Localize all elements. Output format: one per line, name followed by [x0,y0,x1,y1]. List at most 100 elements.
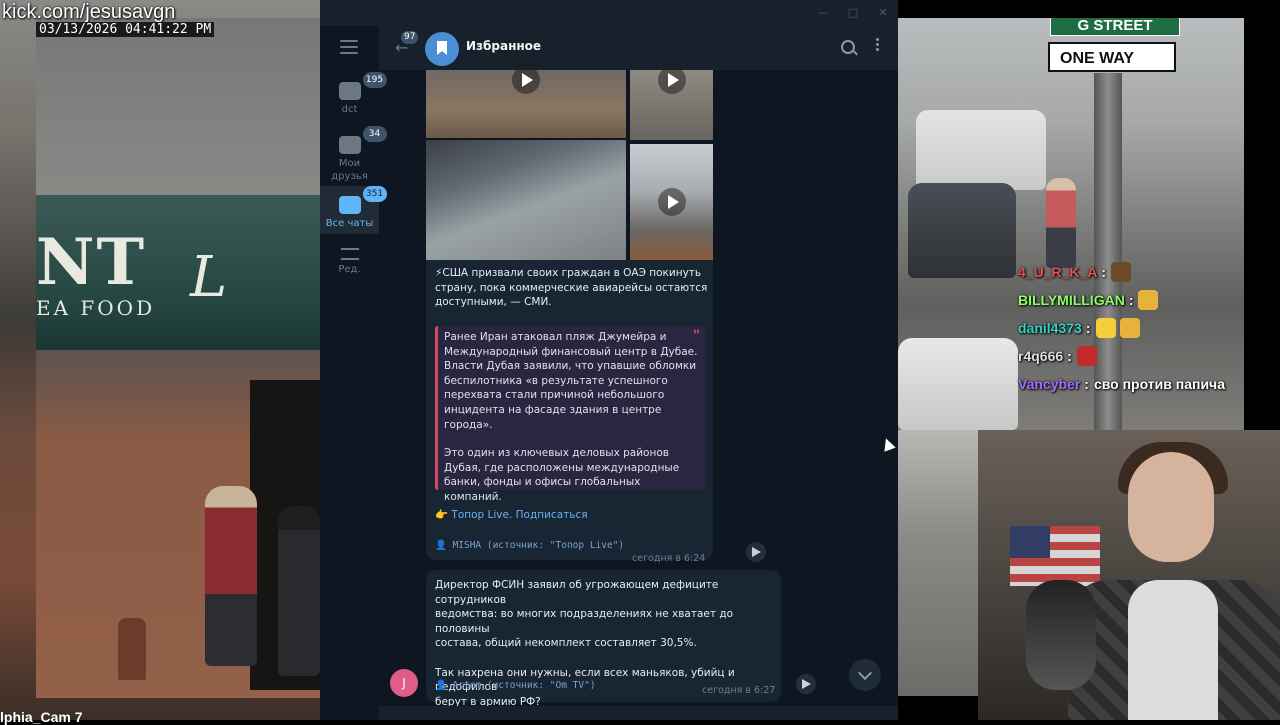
chat-username[interactable]: Vancyber [1018,376,1080,392]
folder-label: Все чаты [325,218,374,229]
text-line: Власти Дубая заявили, что упавшие обломк… [444,360,697,373]
text-line: берут в армию РФ? [435,695,541,706]
text-line: банки, фонды и офисы глобальных компаний… [444,476,641,503]
text-line: Ранее Иран атаковал пляж Джумейра и [444,331,667,343]
storefront-logo: L [190,245,228,310]
chat-message: Vancyber: сво против папича [1018,370,1248,398]
camera-caption: lphia_Cam 7 [0,709,83,725]
message-signature: 👤 MISHA (источник: "Топор Live") [435,540,625,551]
street-camera-lower [898,430,978,696]
quote-paragraph: Это один из ключевых деловых районов Дуб… [444,446,698,504]
scroll-down-button[interactable] [849,659,881,691]
chat-username[interactable]: BILLYMILLIGAN [1018,292,1125,308]
message-time: сегодня в 6:27 [702,685,776,696]
subscribe-link[interactable]: 👉 Топор Live. Подписаться [435,508,588,523]
forward-icon[interactable] [746,542,766,562]
chat-emote-icon [1111,262,1132,282]
chat-text: сво против папича [1093,376,1225,392]
chat-separator: : [1084,376,1089,392]
parked-car [898,338,1018,430]
close-icon[interactable]: ✕ [876,6,890,20]
minimize-icon[interactable]: — [816,6,830,20]
chat-emote-icon [1076,346,1097,366]
sender-avatar[interactable]: J [390,669,418,697]
chat-username[interactable]: danil4373 [1018,320,1082,336]
chat-message: 4_U_R_K_A: [1018,258,1248,286]
chat-message: BILLYMILLIGAN: [1018,286,1248,314]
text-line: Международный финансовый центр в Дубае. [444,345,698,358]
message-composer[interactable] [379,706,898,720]
photo-thumbnail[interactable] [426,140,626,260]
maximize-icon[interactable]: □ [846,6,860,20]
folder-edit[interactable]: Ред. [320,248,379,288]
pedestrian [1046,178,1076,268]
blockquote: " Ранее Иран атаковал пляж Джумейра и Ме… [435,326,706,503]
storefront-sign: NT [36,225,147,300]
streamer-tshirt [1128,580,1218,720]
chat-header: ← 97 Избранное [379,26,898,70]
video-thumbnail[interactable] [630,70,713,140]
fire-hydrant [118,618,146,680]
message-bubble[interactable]: ⚡США призвали своих граждан в ОАЭ покину… [426,260,713,564]
text-line: состава, общий некомплект составляет 30,… [435,637,697,650]
video-thumbnail[interactable] [426,70,626,138]
stream-chat: 4_U_R_K_A: BILLYMILLIGAN: danil4373: r4q666… [1018,258,1248,398]
folder-icon: 195 [338,72,387,100]
text-line: ведомства: во многих подразделениях не х… [435,608,734,635]
camera-timestamp: 03/13/2026 04:41:22 PM [36,22,215,37]
quote-paragraph: Ранее Иран атаковал пляж Джумейра и Межд… [444,330,698,432]
pedestrian [205,486,257,666]
video-thumbnail[interactable] [630,144,713,260]
folder-icon: 34 [338,126,387,154]
message-time: сегодня в 6:24 [632,553,706,564]
text-line: Это один из ключевых деловых районов [444,447,669,459]
chat-emote-icon [1138,290,1159,310]
menu-icon[interactable] [340,40,358,54]
text-line: доступными, — СМИ. [435,296,552,309]
chat-message: danil4373: [1018,314,1248,342]
bookmark-icon[interactable] [425,32,459,66]
chat-emote-icon [1119,318,1140,338]
chat-emote-icon [1095,318,1116,338]
street-sign: G STREET [1050,18,1180,36]
folders-sidebar: 195 dct 34 Мои друзья 351 Все чаты Ред. [320,26,387,720]
text-line: города». [444,418,493,431]
text-line: Директор ФСИН заявил об угрожающем дефиц… [435,579,719,606]
text-line: перехвата стали причиной небольшого [444,389,665,402]
folder-label: Ред. [338,264,361,275]
folder-label: Мои друзья [331,158,368,182]
one-way-sign: ONE WAY [1048,42,1176,72]
folder-my-friends[interactable]: 34 Мои друзья [320,126,387,182]
storefront-subtitle: EA FOOD [36,296,156,320]
telegram-window: — □ ✕ 195 dct 34 Мои друзья 351 Все чаты… [320,0,898,720]
play-icon[interactable] [658,188,686,216]
message-bubble[interactable]: Директор ФСИН заявил об угрожающем дефиц… [426,570,781,706]
folder-all-chats[interactable]: 351 Все чаты [320,186,387,234]
stream-url: kick.com/jesusavgn [2,1,176,23]
left-street-camera: NT L EA FOOD [0,0,320,720]
microphone [1026,580,1096,690]
text-line: ⚡США призвали своих граждан в ОАЭ покину… [435,267,702,279]
chat-title[interactable]: Избранное [466,39,541,53]
folder-dct[interactable]: 195 dct [320,72,387,124]
chat-username[interactable]: 4_U_R_K_A [1018,264,1097,280]
chat-separator: : [1085,320,1091,336]
chat-username[interactable]: r4q666 [1018,348,1063,364]
message-signature: 👤 Artem (источник: "Om TV") [435,680,596,691]
text-line: беспилотника «в результате успешного [444,374,668,387]
flag [1010,526,1100,586]
streamer-webcam [978,430,1280,720]
back-unread-count: 97 [401,31,419,44]
play-icon[interactable] [658,70,686,94]
media-album[interactable] [426,70,713,260]
text-line: страну, пока коммерческие авиарейсы оста… [435,281,708,294]
chat-message: r4q666: [1018,342,1248,370]
more-options-icon[interactable] [876,38,880,53]
chat-separator: : [1067,348,1072,364]
chat-separator: : [1101,264,1107,280]
window-titlebar: — □ ✕ [320,0,898,26]
forward-icon[interactable] [796,674,816,694]
play-icon[interactable] [512,70,540,94]
search-icon[interactable] [841,40,855,54]
pedestrian [278,506,320,676]
